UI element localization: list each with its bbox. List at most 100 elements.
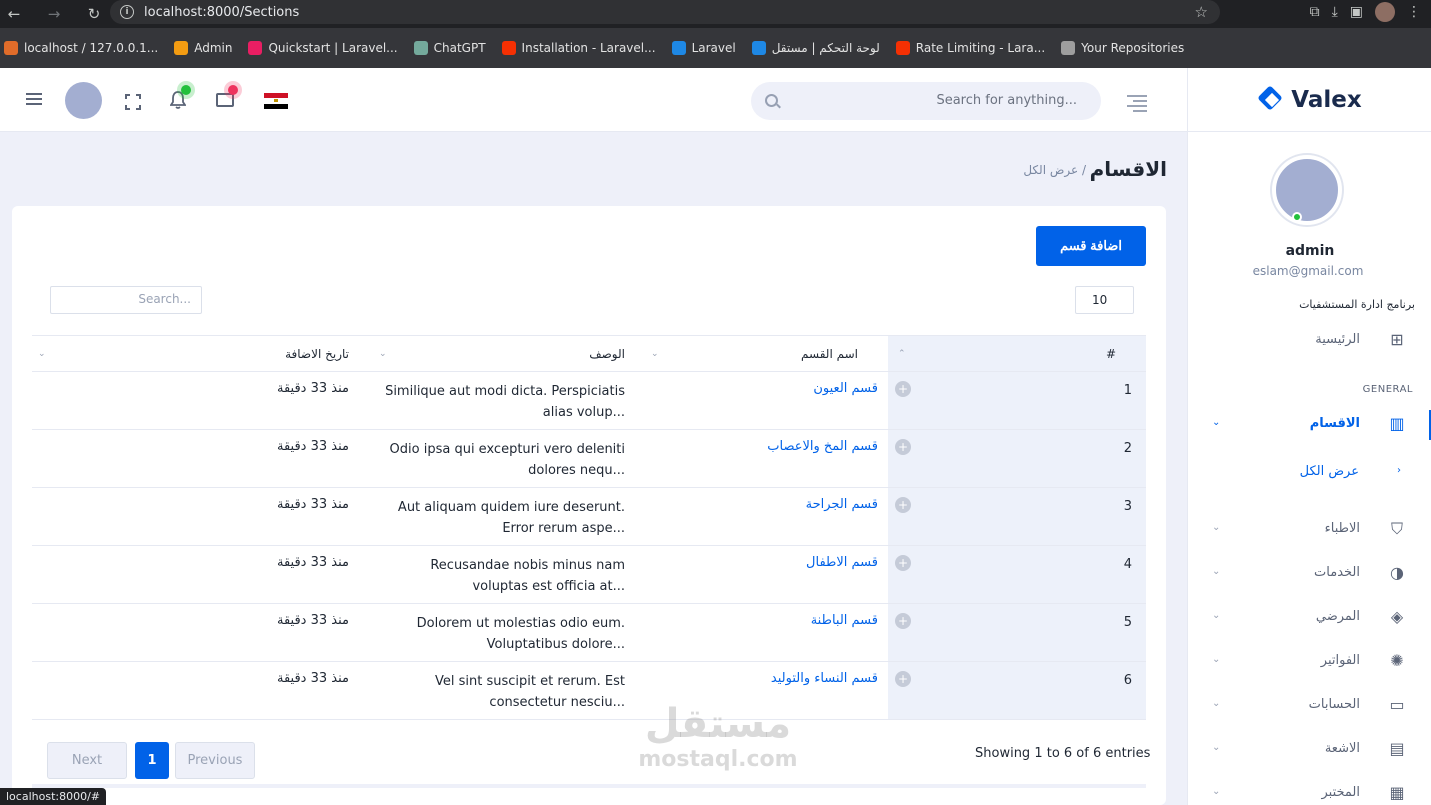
reload-icon[interactable]: ↻	[83, 3, 105, 25]
desc-text: Odio ipsa qui excepturi vero deleniti do…	[389, 442, 625, 478]
browser-actions: ⧉ ⤓ ▣ ⋮	[1310, 0, 1431, 24]
date-cell: منذ 33 دقيقة	[32, 545, 377, 604]
desc-cell: Aut aliquam quidem iure deserunt. Error …	[377, 487, 645, 546]
table-row[interactable]: منذ 33 دقيقة Recusandae nobis minus nam v…	[32, 545, 1146, 604]
header-search[interactable]: Search for anything...	[751, 82, 1101, 120]
sidebar-item-accounts[interactable]: ⌄ الحسابات ▭	[1188, 691, 1431, 721]
bookmark-item[interactable]: Admin	[174, 41, 232, 55]
mail-icon[interactable]	[216, 93, 234, 107]
back-icon[interactable]: ←	[3, 3, 25, 25]
section-name-link[interactable]: قسم النساء والتوليد	[771, 671, 878, 686]
table-search-input[interactable]: Search...	[50, 286, 202, 314]
date-cell: منذ 33 دقيقة	[32, 429, 377, 488]
section-name-link[interactable]: قسم الباطنة	[811, 613, 878, 628]
profile-avatar[interactable]	[1375, 2, 1395, 22]
sidebar-subitem-view-all[interactable]: عرض الكل	[1300, 464, 1359, 479]
section-name-link[interactable]: قسم المخ والاعصاب	[767, 439, 878, 454]
more-icon[interactable]: ⋮	[1407, 4, 1421, 20]
bookmark-star-icon[interactable]: ☆	[1195, 3, 1208, 21]
expand-plus-icon[interactable]: +	[895, 381, 911, 397]
bookmark-item[interactable]: Installation - Laravel...	[501, 41, 656, 55]
sidebar-item-label: المرضي	[1315, 609, 1360, 624]
bookmark-item[interactable]: Laravel	[671, 41, 736, 55]
num-cell: 1 +	[888, 371, 1146, 430]
fullscreen-icon[interactable]	[125, 94, 141, 110]
sidebar-item-radiology[interactable]: ⌄ الاشعة ▤	[1188, 735, 1431, 765]
column-header-name[interactable]: اسم القسم ⌄	[645, 335, 888, 372]
column-header-num[interactable]: # ⌃	[888, 335, 1146, 372]
num-cell: 6 +	[888, 661, 1146, 720]
bookmark-item[interactable]: localhost / 127.0.0.1...	[4, 41, 158, 55]
sidebar-item-label: الرئيسية	[1315, 332, 1360, 347]
bookmark-item[interactable]: لوحة التحكم | مستقل	[751, 41, 880, 55]
section-name-link[interactable]: قسم الجراحة	[806, 497, 878, 512]
bookmark-item[interactable]: Rate Limiting - Lara...	[895, 41, 1045, 55]
user-avatar[interactable]	[65, 82, 102, 119]
bookmark-item[interactable]: ChatGPT	[413, 41, 486, 55]
table-row[interactable]: منذ 33 دقيقة Similique aut modi dicta. Pe…	[32, 371, 1146, 430]
bookmark-item[interactable]: Quickstart | Laravel...	[248, 41, 398, 55]
bookmark-item[interactable]: Your Repositories	[1061, 41, 1184, 55]
download-icon[interactable]: ⤓	[1332, 4, 1338, 20]
sort-icon: ⌃	[898, 349, 906, 359]
sidebar-logo[interactable]: Valex	[1188, 68, 1431, 132]
online-status-dot	[1292, 212, 1302, 222]
expand-plus-icon[interactable]: +	[895, 671, 911, 687]
site-info-icon[interactable]: i	[120, 5, 134, 19]
header-search-input[interactable]: Search for anything...	[936, 93, 1077, 108]
sidebar-item-label: الاقسام	[1309, 416, 1360, 431]
table-row[interactable]: منذ 33 دقيقة Vel sint suscipit et rerum. …	[32, 661, 1146, 720]
section-name-link[interactable]: قسم العيون	[813, 381, 878, 396]
page-length-select[interactable]: 10	[1075, 286, 1134, 314]
bookmark-favicon-icon	[671, 41, 686, 55]
sections-table: تاريخ الاضافة ⌄ الوصف ⌄ اسم القسم ⌄ # ⌃ منذ …	[32, 335, 1146, 720]
sidebar-item-patients[interactable]: ⌄ المرضي ◈	[1188, 603, 1431, 633]
desc-text: Vel sint suscipit et rerum. Est consecte…	[435, 674, 625, 710]
row-number: 3	[1123, 499, 1132, 514]
breadcrumb[interactable]: / عرض الكل	[1023, 163, 1086, 177]
sidebar-item-doctors[interactable]: ⌄ الاطباء ⛉	[1188, 515, 1431, 545]
bookmark-favicon-icon	[248, 41, 263, 55]
sidebar-item-label: الفواتير	[1320, 653, 1360, 668]
bookmark-label: Installation - Laravel...	[521, 41, 656, 55]
table-row[interactable]: منذ 33 دقيقة Aut aliquam quidem iure dese…	[32, 487, 1146, 546]
notification-dot	[181, 85, 191, 95]
add-section-button[interactable]: اضافة قسم	[1036, 226, 1146, 266]
column-header-desc[interactable]: الوصف ⌄	[377, 335, 645, 372]
address-bar[interactable]: i localhost:8000/Sections ☆	[110, 0, 1220, 24]
chevron-down-icon: ⌄	[1212, 417, 1221, 428]
page-1-button[interactable]: 1	[135, 742, 169, 779]
extensions-icon[interactable]: ⧉	[1310, 4, 1320, 20]
table-row[interactable]: منذ 33 دقيقة Odio ipsa qui excepturi vero…	[32, 429, 1146, 488]
sidebar-item-home[interactable]: الرئيسية ⊞	[1188, 326, 1431, 356]
table-row[interactable]: منذ 33 دقيقة Dolorem ut molestias odio eu…	[32, 603, 1146, 662]
name-cell: قسم المخ والاعصاب	[645, 429, 888, 488]
column-header-date[interactable]: تاريخ الاضافة ⌄	[32, 335, 377, 372]
next-page-button[interactable]: Next	[47, 742, 127, 779]
sidebar-item-lab[interactable]: ⌄ المختبر ▦	[1188, 779, 1431, 805]
basket-icon: ⛉	[1390, 519, 1403, 538]
expand-plus-icon[interactable]: +	[895, 613, 911, 629]
previous-page-button[interactable]: Previous	[175, 742, 255, 779]
expand-plus-icon[interactable]: +	[895, 439, 911, 455]
sidebar-item-services[interactable]: ⌄ الخدمات ◑	[1188, 559, 1431, 589]
menu-toggle-icon[interactable]	[26, 93, 42, 105]
forward-icon[interactable]: →	[43, 3, 65, 25]
expand-plus-icon[interactable]: +	[895, 555, 911, 571]
sidebar-item-label: الحسابات	[1308, 697, 1360, 712]
section-name-link[interactable]: قسم الاطفال	[806, 555, 878, 570]
bookmark-favicon-icon	[413, 41, 428, 55]
sidepanel-icon[interactable]: ▣	[1350, 4, 1363, 20]
align-lines-icon[interactable]	[1127, 95, 1147, 115]
expand-plus-icon[interactable]: +	[895, 497, 911, 513]
num-cell: 2 +	[888, 429, 1146, 488]
browser-toolbar: ← → ↻ i localhost:8000/Sections ☆ ⧉ ⤓ ▣ …	[0, 0, 1431, 28]
date-text: منذ 33 دقيقة	[277, 497, 349, 512]
horizontal-scrollbar[interactable]	[32, 784, 1146, 788]
sidebar-item-invoices[interactable]: ⌄ الفواتير ✺	[1188, 647, 1431, 677]
search-icon	[765, 94, 778, 107]
mostaql-watermark: مستقل mostaql.com	[628, 700, 808, 772]
desc-text: Recusandae nobis minus nam voluptas est …	[430, 558, 625, 594]
sidebar-item-sections[interactable]: ⌄ الاقسام ▥	[1188, 410, 1431, 440]
egypt-flag-icon[interactable]	[264, 93, 288, 109]
